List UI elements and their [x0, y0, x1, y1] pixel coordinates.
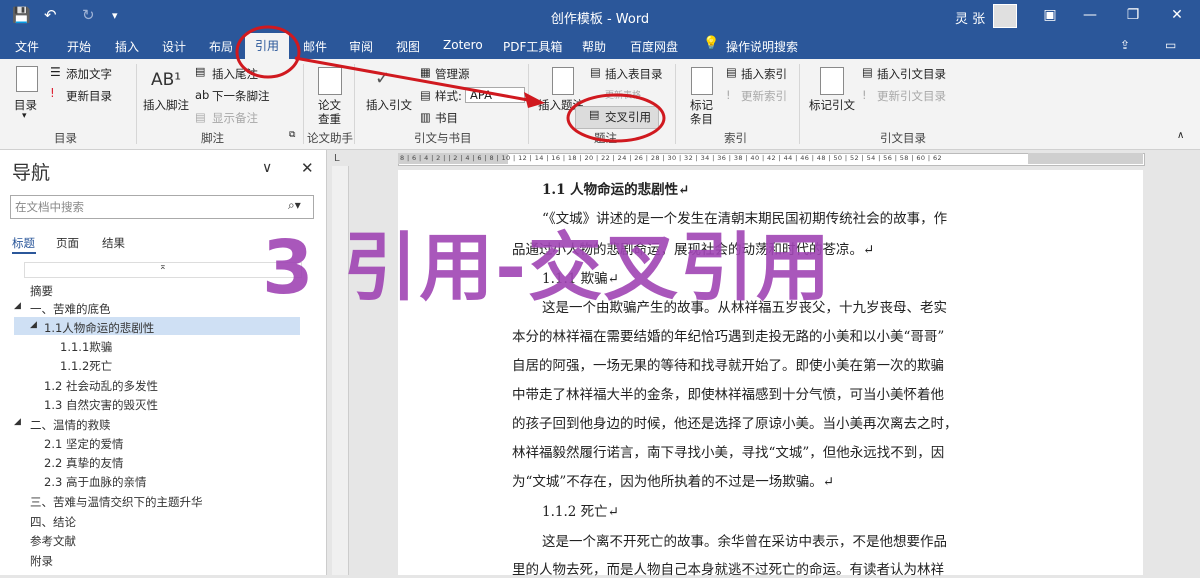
red-circle-references-tab — [235, 25, 301, 79]
annotation-layer — [235, 25, 666, 143]
red-arrow-line — [294, 56, 529, 102]
red-arrow-head — [524, 92, 545, 108]
red-circle-cross-reference — [566, 93, 666, 143]
